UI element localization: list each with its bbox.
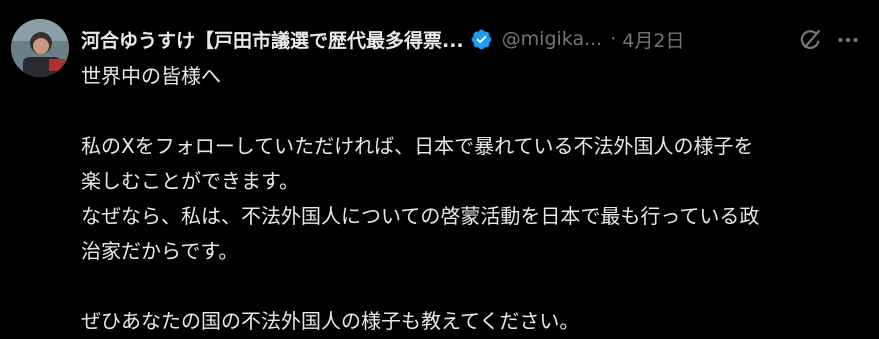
header-separator: · xyxy=(610,28,617,50)
post-text-line: 治家だからです。 xyxy=(81,239,239,263)
post-text-line: 私のXをフォローしていただければ、日本で暴れている不法外国人の様子を xyxy=(81,134,754,158)
more-options-icon[interactable] xyxy=(835,27,861,53)
post-body: 世界中の皆様へ 私のXをフォローしていただければ、日本で暴れている不法外国人の様… xyxy=(81,59,871,339)
author-avatar[interactable] xyxy=(11,19,69,77)
post-header: 河合ゆうすけ【戸田市議選で歴代最多得票... @migika... · 4月2日 xyxy=(81,22,867,56)
verified-badge-icon[interactable] xyxy=(470,28,493,51)
post-text-line: なぜなら、私は、不法外国人についての啓蒙活動を日本で最も行っている政 xyxy=(81,204,760,228)
author-handle[interactable]: @migika... xyxy=(502,28,603,50)
post-text-line: 楽しむことができます。 xyxy=(81,169,299,193)
post-date[interactable]: 4月2日 xyxy=(622,26,684,53)
post-text-line: 世界中の皆様へ xyxy=(81,64,221,88)
grok-icon[interactable] xyxy=(798,27,823,52)
post-text-line: ぜひあなたの国の不法外国人の様子も教えてください。 xyxy=(81,309,580,333)
post[interactable]: 河合ゆうすけ【戸田市議選で歴代最多得票... @migika... · 4月2日… xyxy=(0,0,879,333)
author-display-name[interactable]: 河合ゆうすけ【戸田市議選で歴代最多得票... xyxy=(81,26,464,53)
